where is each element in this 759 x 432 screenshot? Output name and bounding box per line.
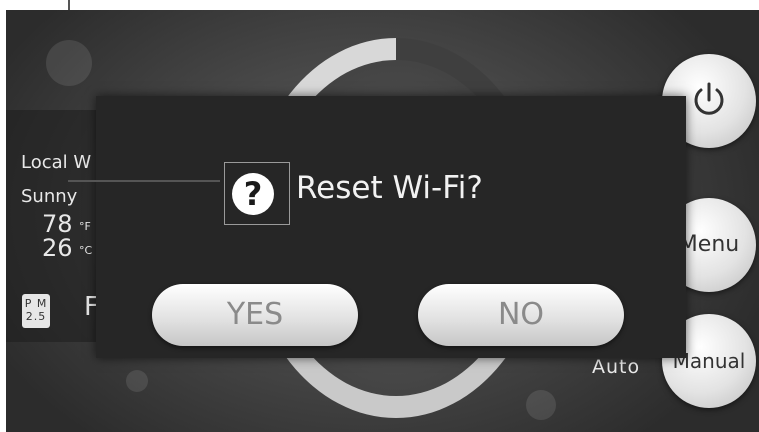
background-bokeh [526,390,556,420]
no-button-label: NO [497,297,545,332]
no-button[interactable]: NO [418,284,624,346]
weather-location-label: Local W [21,152,92,173]
background-bokeh [126,370,148,392]
pm25-badge-top: P M [24,297,48,310]
background-bokeh [46,40,92,86]
pm25-badge: P M 2.5 [22,294,50,328]
unit-celsius: °C [79,244,93,257]
yes-button-label: YES [226,297,284,332]
callout-line-horizontal [68,180,220,182]
unit-fahrenheit: °F [79,220,91,233]
power-icon [694,82,724,115]
weather-condition: Sunny [21,186,78,207]
reset-wifi-dialog: YES NO [96,96,686,358]
temperature-celsius: 26 [42,234,73,262]
pm25-badge-bottom: 2.5 [25,310,47,323]
dialog-title: Reset Wi-Fi? [296,170,483,206]
question-icon: ? [232,173,274,215]
thermostat-screen: Local W Sunny 78 °F 26 °C P M 2.5 F Menu… [6,10,759,432]
yes-button[interactable]: YES [152,284,358,346]
menu-button-label: Menu [678,232,740,257]
mode-auto-label[interactable]: Auto [592,356,640,378]
